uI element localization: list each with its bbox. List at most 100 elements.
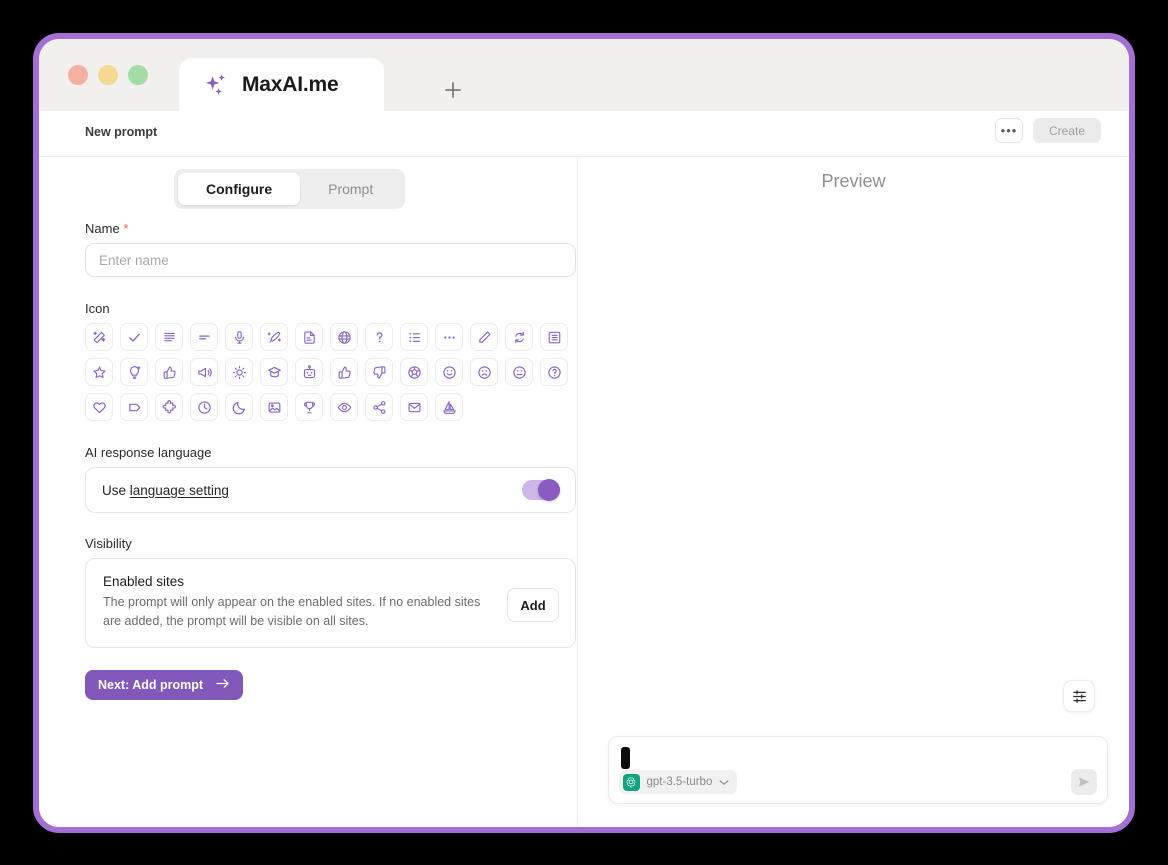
chevron-down-icon [719,773,729,791]
arrow-right-icon [216,678,230,692]
icon-option-check[interactable] [120,323,148,351]
required-marker: * [123,221,129,236]
language-toggle[interactable] [522,479,560,501]
icon-option-thumbs-up-outline[interactable] [155,358,183,386]
icon-option-sun[interactable] [225,358,253,386]
icon-picker-grid [85,323,582,421]
icon-option-neutral-face[interactable] [505,358,533,386]
icon-option-pencil[interactable] [470,323,498,351]
app-page: New prompt ••• Create Configure Prompt N… [39,111,1129,827]
name-label: Name * [85,221,577,236]
icon-option-question-circle[interactable] [540,358,568,386]
preview-composer: gpt-3.5-turbo [607,736,1108,804]
enabled-sites-text: Enabled sites The prompt will only appea… [103,574,495,631]
header-actions: ••• Create [994,118,1101,143]
icon-option-tag[interactable] [120,393,148,421]
icon-option-lightbulb[interactable] [120,358,148,386]
icon-option-heart[interactable] [85,393,113,421]
icon-option-table[interactable] [540,323,568,351]
icon-option-list[interactable] [400,323,428,351]
icon-option-align-justify[interactable] [155,323,183,351]
model-name-label: gpt-3.5-turbo [646,776,713,788]
icon-option-align-left[interactable] [190,323,218,351]
icon-option-megaphone[interactable] [190,358,218,386]
icon-option-magic-pen[interactable] [260,323,288,351]
minimize-window-button[interactable] [98,65,118,85]
send-button[interactable] [1070,769,1097,795]
configure-panel: Configure Prompt Name * Icon [39,157,578,826]
tab-configure-label: Configure [206,181,273,197]
icon-option-thumbs-down[interactable] [365,358,393,386]
browser-tab-title: MaxAI.me [242,72,339,96]
more-options-button[interactable]: ••• [994,118,1023,143]
icon-option-smile[interactable] [435,358,463,386]
browser-tab-maxai[interactable]: MaxAI.me [179,58,384,111]
icon-option-microphone[interactable] [225,323,253,351]
next-add-prompt-button[interactable]: Next: Add prompt [85,669,244,700]
language-card: Use language setting [85,467,576,513]
visibility-label: Visibility [85,536,132,551]
preview-panel: Preview gpt-3.5-turbo [578,157,1129,826]
icon-option-share[interactable] [365,393,393,421]
toggle-knob [538,479,560,501]
icon-option-globe[interactable] [330,323,358,351]
create-button[interactable]: Create [1032,118,1101,143]
traffic-lights [68,65,148,85]
sliders-icon[interactable] [1063,680,1095,712]
tab-prompt-label: Prompt [328,181,374,197]
enabled-sites-title: Enabled sites [103,574,185,589]
browser-chrome: MaxAI.me [39,39,1129,111]
next-button-wrap: Next: Add prompt [39,669,577,700]
icon-option-sailboat[interactable] [435,393,463,421]
maximize-window-button[interactable] [128,65,148,85]
language-setting-link[interactable]: language setting [130,483,229,498]
icon-option-thumbs-up[interactable] [330,358,358,386]
icon-option-eye[interactable] [330,393,358,421]
send-icon [1078,777,1089,787]
language-setting-text: Use language setting [102,483,229,498]
main-columns: Configure Prompt Name * Icon [39,157,1129,826]
ellipsis-icon: ••• [1000,123,1018,138]
model-selector[interactable]: gpt-3.5-turbo [618,770,738,794]
icon-option-clock[interactable] [190,393,218,421]
close-window-button[interactable] [68,65,88,85]
name-label-text: Name [85,221,120,236]
icon-option-trophy[interactable] [295,393,323,421]
icon-option-robot[interactable] [295,358,323,386]
visibility-card: Enabled sites The prompt will only appea… [85,558,576,648]
page-header: New prompt ••• Create [39,111,1129,157]
icon-option-star[interactable] [85,358,113,386]
icon-option-moon[interactable] [225,393,253,421]
icon-option-frown[interactable] [470,358,498,386]
language-prefix: Use [102,482,130,498]
icon-option-graduation-cap[interactable] [260,358,288,386]
language-setting-row: Use language setting [86,468,575,512]
icon-option-question-mark[interactable] [365,323,393,351]
tab-configure[interactable]: Configure [178,173,301,205]
icon-option-image[interactable] [260,393,288,421]
name-input[interactable] [85,243,576,277]
configure-form: Name * Icon [39,221,577,700]
icon-option-soccer-ball[interactable] [400,358,428,386]
icon-option-ellipsis[interactable] [435,323,463,351]
text-caret [620,747,630,769]
page-title: New prompt [85,125,158,139]
icon-option-magic-wand[interactable] [85,323,113,351]
preview-title: Preview [821,171,886,191]
new-tab-button[interactable] [435,72,471,108]
panel-tabs: Configure Prompt [174,169,406,209]
add-site-button[interactable]: Add [507,588,559,622]
openai-logo-icon [622,773,640,791]
next-button-label: Next: Add prompt [98,677,204,692]
icon-option-refresh[interactable] [505,323,533,351]
browser-window: MaxAI.me New prompt ••• Create Configure… [33,33,1135,833]
enabled-sites-description: The prompt will only appear on the enabl… [103,595,481,628]
icon-option-file-text[interactable] [295,323,323,351]
tab-prompt[interactable]: Prompt [300,173,401,205]
sparkle-icon [203,71,231,99]
icon-option-puzzle[interactable] [155,393,183,421]
icon-label: Icon [85,301,110,316]
language-label: AI response language [85,445,212,460]
icon-option-mail[interactable] [400,393,428,421]
enabled-sites-row: Enabled sites The prompt will only appea… [86,559,575,647]
